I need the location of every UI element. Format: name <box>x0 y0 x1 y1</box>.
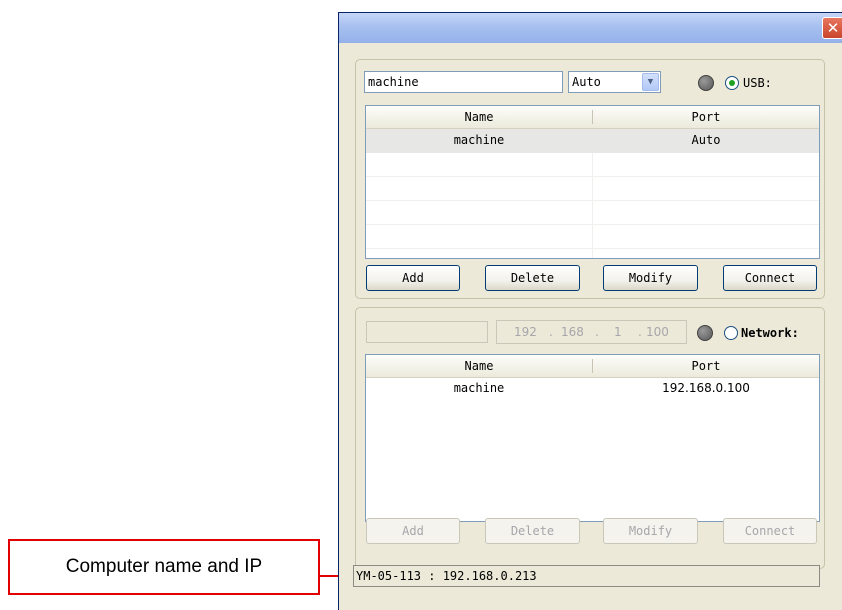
usb-status-led-icon <box>698 75 714 91</box>
annotation-callout: Computer name and IP <box>8 539 320 595</box>
network-row-port: 192.168.0.100 <box>662 381 750 395</box>
network-add-button[interactable]: Add <box>366 518 460 544</box>
usb-add-button[interactable]: Add <box>366 265 460 291</box>
connection-dialog: ✕ machine Auto ▼ USB: Name Port machine … <box>338 12 842 610</box>
network-ip-input[interactable]: 192 . 168 . 1 . 100 <box>496 320 687 344</box>
close-icon: ✕ <box>826 19 840 37</box>
usb-device-list[interactable]: Name Port machine Auto <box>365 105 820 259</box>
ip-dot: . <box>595 325 599 339</box>
usb-row-name: machine <box>453 133 505 147</box>
network-connect-button[interactable]: Connect <box>723 518 817 544</box>
title-bar: ✕ <box>339 13 842 43</box>
network-list-row[interactable]: machine 192.168.0.100 <box>366 377 819 401</box>
network-device-list[interactable]: Name Port machine 192.168.0.100 <box>365 354 820 522</box>
usb-list-row[interactable]: machine Auto <box>366 129 819 153</box>
usb-port-value: Auto <box>572 75 601 89</box>
network-radio-label: Network: <box>741 326 799 340</box>
ip-dot: . <box>638 325 642 339</box>
network-column-port[interactable]: Port <box>593 355 819 377</box>
usb-name-input[interactable]: machine <box>364 71 563 93</box>
network-name-input[interactable] <box>366 321 488 343</box>
network-column-name[interactable]: Name <box>366 355 592 377</box>
close-button[interactable]: ✕ <box>822 17 842 39</box>
usb-column-name[interactable]: Name <box>366 106 592 128</box>
usb-modify-button[interactable]: Modify <box>603 265 698 291</box>
usb-port-select[interactable]: Auto ▼ <box>568 71 661 93</box>
usb-row-port: Auto <box>691 133 721 147</box>
usb-column-port[interactable]: Port <box>593 106 819 128</box>
grid-line <box>592 153 593 258</box>
network-row-name: machine <box>453 381 505 395</box>
usb-radio[interactable] <box>725 76 739 90</box>
usb-connect-button[interactable]: Connect <box>723 265 817 291</box>
annotation-label: Computer name and IP <box>65 556 263 577</box>
ip-dot: . <box>549 325 553 339</box>
network-status-led-icon <box>697 325 713 341</box>
ip-octet-4: 100 <box>646 325 669 339</box>
usb-list-header: Name Port <box>366 106 819 129</box>
network-list-header: Name Port <box>366 355 819 378</box>
chevron-down-icon[interactable]: ▼ <box>642 73 659 91</box>
usb-delete-button[interactable]: Delete <box>485 265 580 291</box>
ip-octet-3: 1 <box>614 325 622 339</box>
computer-info-status: YM-05-113 : 192.168.0.213 <box>353 565 820 587</box>
ip-octet-2: 168 <box>561 325 584 339</box>
network-modify-button[interactable]: Modify <box>603 518 698 544</box>
network-radio[interactable] <box>724 326 738 340</box>
ip-octet-1: 192 <box>514 325 537 339</box>
network-delete-button[interactable]: Delete <box>485 518 580 544</box>
usb-radio-label: USB: <box>743 76 772 90</box>
